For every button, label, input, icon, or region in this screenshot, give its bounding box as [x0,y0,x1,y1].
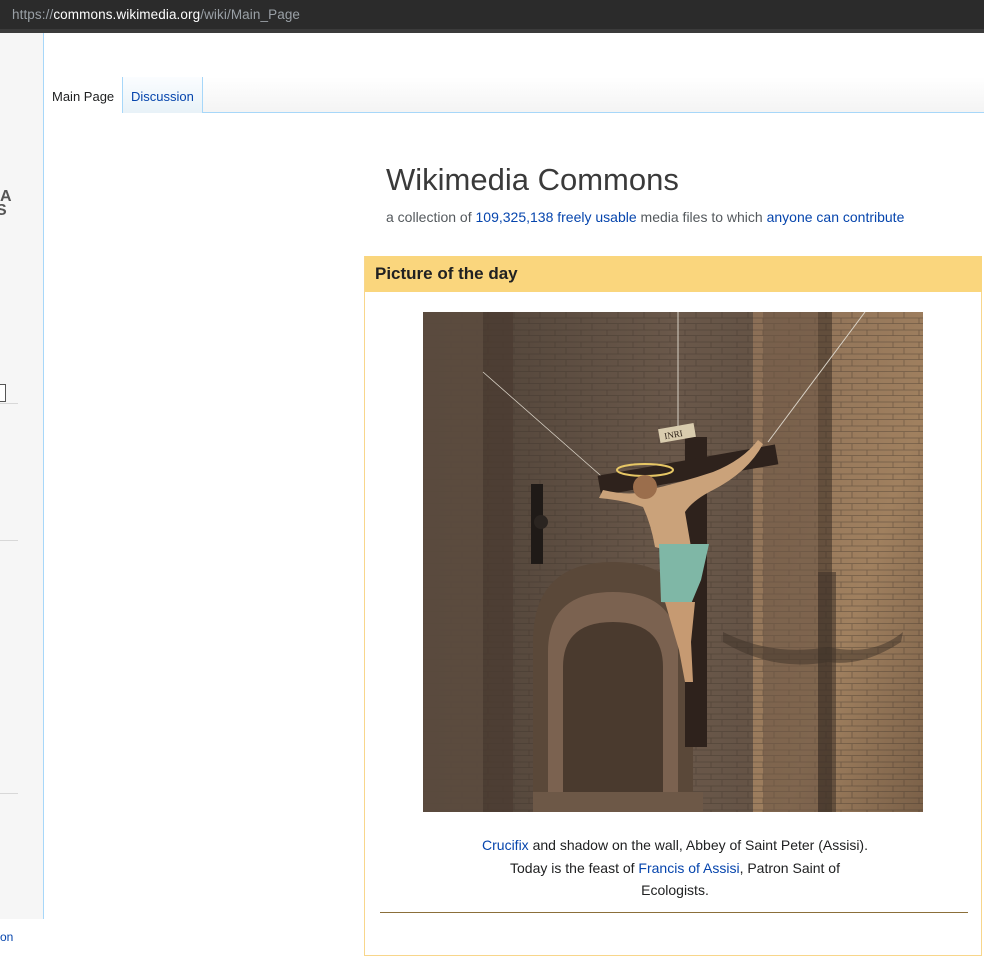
potd-image[interactable]: INRI [423,312,923,812]
freely-usable-link[interactable]: freely usable [557,209,636,225]
url-scheme: https:// [12,7,54,22]
sidebar-divider [0,540,18,541]
sidebar-link[interactable]: on [0,930,13,944]
francis-of-assisi-link[interactable]: Francis of Assisi [638,860,739,876]
contribute-link[interactable]: anyone can contribute [767,209,905,225]
url-path: /wiki/Main_Page [200,7,301,22]
page-title: Wikimedia Commons [386,162,679,197]
file-count-link[interactable]: 109,325,138 [476,209,554,225]
caption-text: Today is the feast of [510,859,639,876]
url-host: commons.wikimedia.org [53,7,201,22]
crucifix-link[interactable]: Crucifix [482,837,529,853]
main-content: Wikimedia Commons a collection of 109,32… [44,113,984,956]
caption-line-1: Crucifix and shadow on the wall, Abbey o… [425,834,925,857]
sidebar-divider [0,403,18,404]
tab-discussion[interactable]: Discussion [122,77,203,113]
sidebar-divider [0,793,18,794]
caption-line-2: Today is the feast of Francis of Assisi,… [425,857,925,880]
sidebar: A S on [0,33,44,944]
language-select[interactable] [0,384,6,402]
page-subtitle: a collection of 109,325,138 freely usabl… [386,209,904,225]
subtitle-text: a collection of [386,209,476,225]
caption-line-3: Ecologists. [641,882,709,898]
crucifix-photo: INRI [423,312,923,812]
potd-header: Picture of the day [365,256,982,292]
tab-main-page[interactable]: Main Page [44,77,124,114]
site-logo-fragment[interactable]: A S [0,189,12,219]
logo-letter-2: S [0,202,7,219]
caption-text: , Patron Saint of [739,859,840,876]
browser-url-bar[interactable]: https://commons.wikimedia.org/wiki/Main_… [0,0,984,33]
picture-of-the-day-box: Picture of the day INRI Crucifix and sha… [364,256,982,956]
subtitle-text: media files to which [636,209,767,225]
url-text[interactable]: https://commons.wikimedia.org/wiki/Main_… [12,7,300,22]
caption-text: and shadow on the wall, Abbey of Saint P… [528,837,868,853]
potd-divider [380,912,968,913]
potd-heading: Picture of the day [375,264,518,283]
potd-caption: Crucifix and shadow on the wall, Abbey o… [425,834,925,902]
page-tabs: Main Page Discussion [44,77,984,114]
